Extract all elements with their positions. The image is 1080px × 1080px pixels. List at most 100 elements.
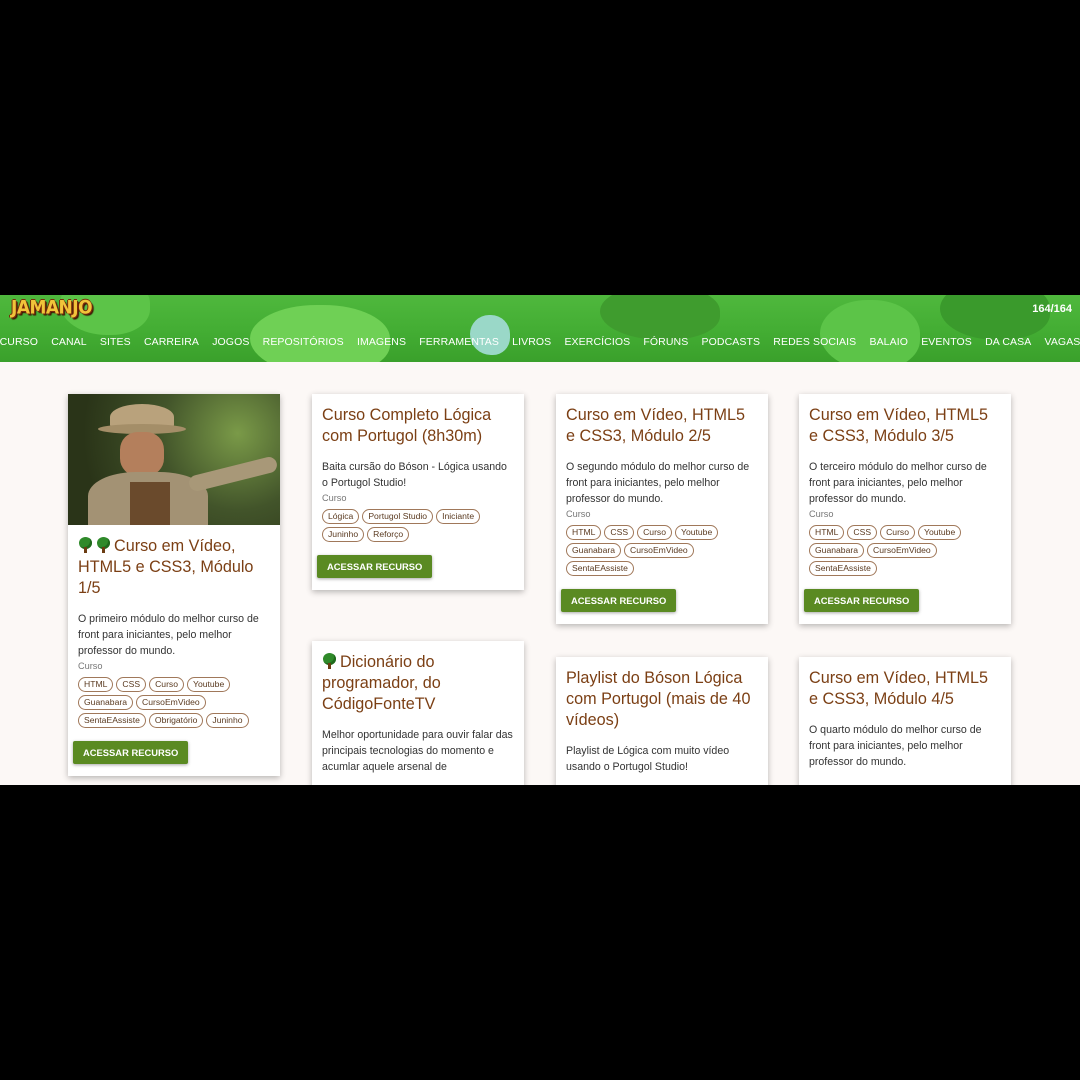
tag-chip[interactable]: SentaEAssiste bbox=[78, 713, 146, 728]
main-nav: CURSO CANAL SITES CARREIRA JOGOS REPOSITÓRIOS… bbox=[0, 336, 1080, 348]
card-title[interactable]: Curso em Vídeo, HTML5 e CSS3, Módulo 4/5 bbox=[809, 668, 1001, 710]
tag-chip[interactable]: Guanabara bbox=[78, 695, 134, 710]
tag-chip[interactable]: Guanabara bbox=[809, 543, 865, 558]
tag-chip[interactable]: HTML bbox=[566, 525, 602, 540]
card-title[interactable]: Curso Completo Lógica com Portugol (8h30… bbox=[322, 405, 514, 447]
card-body: Curso em Vídeo, HTML5 e CSS3, Módulo 2/5… bbox=[556, 394, 768, 624]
card-body: Curso em Vídeo, HTML5 e CSS3, Módulo 3/5… bbox=[799, 394, 1011, 624]
tag-chip[interactable]: HTML bbox=[809, 525, 845, 540]
tag-chip[interactable]: SentaEAssiste bbox=[566, 561, 634, 576]
resource-card: Dicionário do programador, do CódigoFont… bbox=[312, 641, 524, 785]
nav-item-podcasts[interactable]: PODCASTS bbox=[702, 336, 761, 348]
card-tags: HTML CSS Curso Youtube Guanabara CursoEmVideo… bbox=[809, 525, 1001, 576]
card-title-text: Curso em Vídeo, HTML5 e CSS3, Módulo 3/5 bbox=[809, 406, 989, 445]
nav-item-livros[interactable]: LIVROS bbox=[512, 336, 551, 348]
card-description: Baita cursão do Bóson - Lógica usando o … bbox=[322, 461, 507, 489]
tag-chip[interactable]: Youtube bbox=[918, 525, 962, 540]
tag-chip[interactable]: Youtube bbox=[187, 677, 231, 692]
tag-chip[interactable]: Curso bbox=[149, 677, 185, 692]
access-resource-button[interactable]: ACESSAR RECURSO bbox=[804, 589, 920, 612]
tag-chip[interactable]: Curso bbox=[880, 525, 916, 540]
card-bottom-spacer bbox=[809, 612, 1001, 624]
card-body: Curso Completo Lógica com Portugol (8h30… bbox=[312, 394, 524, 590]
tag-chip[interactable]: Curso bbox=[637, 525, 673, 540]
card-tags: HTML CSS Curso Youtube Guanabara CursoEmVideo… bbox=[78, 677, 270, 728]
nav-item-jogos[interactable]: JOGOS bbox=[212, 336, 249, 348]
nav-item-fóruns[interactable]: FÓRUNS bbox=[643, 336, 688, 348]
resource-card: Curso em Vídeo, HTML5 e CSS3, Módulo 3/5… bbox=[799, 394, 1011, 624]
tree-icon bbox=[78, 537, 93, 553]
nav-item-da-casa[interactable]: DA CASA bbox=[985, 336, 1031, 348]
tag-chip[interactable]: Juninho bbox=[322, 527, 365, 542]
site-logo[interactable]: JAMANJO bbox=[11, 297, 93, 319]
card-body: Curso em Vídeo, HTML5 e CSS3, Módulo 4/5… bbox=[799, 657, 1011, 785]
nav-item-carreira[interactable]: CARREIRA bbox=[144, 336, 199, 348]
resource-card: Curso em Vídeo, HTML5 e CSS3, Módulo 4/5… bbox=[799, 657, 1011, 785]
nav-item-vagas[interactable]: VAGAS bbox=[1045, 336, 1080, 348]
nav-item-curso[interactable]: CURSO bbox=[0, 336, 38, 348]
page-viewport: JAMANJO 164/164 CURSO CANAL SITES CARREIRA J… bbox=[0, 295, 1080, 785]
tag-chip[interactable]: Guanabara bbox=[566, 543, 622, 558]
tag-chip[interactable]: CSS bbox=[847, 525, 878, 540]
tag-chip[interactable]: Reforço bbox=[367, 527, 410, 542]
access-resource-button[interactable]: ACESSAR RECURSO bbox=[561, 589, 677, 612]
access-resource-button[interactable]: ACESSAR RECURSO bbox=[73, 741, 189, 764]
nav-item-sites[interactable]: SITES bbox=[100, 336, 131, 348]
resource-card: Curso Completo Lógica com Portugol (8h30… bbox=[312, 394, 524, 590]
header-foliage bbox=[600, 295, 720, 340]
card-title-text: Dicionário do programador, do CódigoFont… bbox=[322, 653, 441, 713]
nav-item-canal[interactable]: CANAL bbox=[51, 336, 87, 348]
card-bottom-spacer bbox=[809, 770, 1001, 785]
card-description: O quarto módulo do melhor curso de front… bbox=[809, 724, 982, 768]
nav-item-repositórios[interactable]: REPOSITÓRIOS bbox=[263, 336, 344, 348]
card-type: Curso bbox=[78, 661, 103, 671]
card-title[interactable]: Dicionário do programador, do CódigoFont… bbox=[322, 652, 514, 715]
tag-chip[interactable]: CSS bbox=[116, 677, 147, 692]
nav-item-imagens[interactable]: IMAGENS bbox=[357, 336, 406, 348]
card-description: O primeiro módulo do melhor curso de fro… bbox=[78, 613, 259, 657]
resource-card: Curso em Vídeo, HTML5 e CSS3, Módulo 2/5… bbox=[556, 394, 768, 624]
tree-icon bbox=[96, 537, 111, 553]
tag-chip[interactable]: Obrigatório bbox=[148, 713, 204, 728]
card-body: Dicionário do programador, do CódigoFont… bbox=[312, 641, 524, 785]
card-description: O segundo módulo do melhor curso de fron… bbox=[566, 461, 750, 505]
nav-item-redes-sociais[interactable]: REDES SOCIAIS bbox=[773, 336, 856, 348]
card-tags: HTML CSS Curso Youtube Guanabara CursoEmVideo… bbox=[566, 525, 758, 576]
tag-chip[interactable]: Youtube bbox=[675, 525, 719, 540]
tag-chip[interactable]: CursoEmVideo bbox=[136, 695, 206, 710]
card-title[interactable]: Playlist do Bóson Lógica com Portugol (m… bbox=[566, 668, 758, 731]
nav-item-ferramentas[interactable]: FERRAMENTAS bbox=[419, 336, 499, 348]
card-description: O terceiro módulo do melhor curso de fro… bbox=[809, 461, 987, 505]
header-foliage bbox=[250, 305, 390, 362]
card-bottom-spacer bbox=[566, 612, 758, 624]
header-foliage bbox=[940, 295, 1050, 340]
tag-chip[interactable]: CursoEmVideo bbox=[624, 543, 694, 558]
access-resource-button[interactable]: ACESSAR RECURSO bbox=[317, 555, 433, 578]
tag-chip[interactable]: SentaEAssiste bbox=[809, 561, 877, 576]
tag-chip[interactable]: Iniciante bbox=[436, 509, 481, 524]
card-image bbox=[68, 394, 280, 525]
card-description: Playlist de Lógica com muito vídeo usand… bbox=[566, 745, 730, 773]
tag-chip[interactable]: HTML bbox=[78, 677, 114, 692]
card-title[interactable]: Curso em Vídeo, HTML5 e CSS3, Módulo 2/5 bbox=[566, 405, 758, 447]
tag-chip[interactable]: CSS bbox=[604, 525, 635, 540]
card-title[interactable]: Curso em Vídeo, HTML5 e CSS3, Módulo 1/5 bbox=[78, 536, 270, 599]
tag-chip[interactable]: Lógica bbox=[322, 509, 360, 524]
nav-item-exercícios[interactable]: EXERCÍCIOS bbox=[564, 336, 630, 348]
card-title-text: Playlist do Bóson Lógica com Portugol (m… bbox=[566, 669, 751, 729]
card-tags: Lógica Portugol Studio Iniciante Juninho Ref… bbox=[322, 509, 514, 542]
nav-item-balaio[interactable]: BALAIO bbox=[869, 336, 908, 348]
resource-card: Curso em Vídeo, HTML5 e CSS3, Módulo 1/5… bbox=[68, 394, 280, 776]
tag-chip[interactable]: Juninho bbox=[206, 713, 249, 728]
card-bottom-spacer bbox=[322, 775, 514, 785]
tag-chip[interactable]: CursoEmVideo bbox=[867, 543, 937, 558]
card-title[interactable]: Curso em Vídeo, HTML5 e CSS3, Módulo 3/5 bbox=[809, 405, 1001, 447]
resource-card: Playlist do Bóson Lógica com Portugol (m… bbox=[556, 657, 768, 785]
card-title-text: Curso em Vídeo, HTML5 e CSS3, Módulo 2/5 bbox=[566, 406, 746, 445]
card-type: Curso bbox=[322, 493, 347, 503]
tag-chip[interactable]: Portugol Studio bbox=[362, 509, 434, 524]
card-title-text: Curso Completo Lógica com Portugol (8h30… bbox=[322, 406, 492, 445]
nav-item-eventos[interactable]: EVENTOS bbox=[921, 336, 972, 348]
card-type: Curso bbox=[809, 509, 834, 519]
card-body: Playlist do Bóson Lógica com Portugol (m… bbox=[556, 657, 768, 785]
